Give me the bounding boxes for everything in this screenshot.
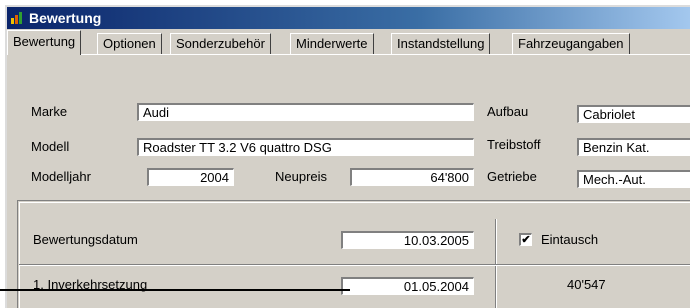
modell-field[interactable]: Roadster TT 3.2 V6 quattro DSG bbox=[137, 138, 474, 156]
eintausch-checkbox[interactable]: ✔ bbox=[519, 233, 532, 246]
aufbau-label: Aufbau bbox=[487, 104, 529, 119]
tab-fahrzeugangaben[interactable]: Fahrzeugangaben bbox=[512, 33, 630, 54]
tab-instandstellung[interactable]: Instandstellung bbox=[391, 33, 491, 54]
tab-divider bbox=[7, 54, 690, 55]
getriebe-label: Getriebe bbox=[487, 169, 537, 184]
treibstoff-label: Treibstoff bbox=[487, 137, 541, 152]
treibstoff-field[interactable]: Benzin Kat. bbox=[577, 138, 690, 156]
getriebe-field[interactable]: Mech.-Aut. bbox=[577, 170, 690, 188]
modelljahr-label: Modelljahr bbox=[31, 169, 91, 184]
app-chart-icon bbox=[11, 12, 22, 24]
marke-field[interactable]: Audi bbox=[137, 103, 474, 121]
eintausch-label: Eintausch bbox=[541, 232, 599, 247]
tab-bewertung[interactable]: Bewertung bbox=[7, 30, 82, 55]
result-value: 40'547 bbox=[567, 277, 606, 292]
bewertungsdatum-field[interactable]: 10.03.2005 bbox=[341, 231, 474, 249]
marke-label: Marke bbox=[31, 104, 68, 119]
tab-bar: Bewertung Optionen Sonderzubehör Minderw… bbox=[7, 29, 690, 55]
tab-optionen[interactable]: Optionen bbox=[97, 33, 162, 54]
modelljahr-field[interactable]: 2004 bbox=[147, 168, 234, 186]
aufbau-field[interactable]: Cabriolet bbox=[577, 105, 690, 123]
inverkehrsetzung-field[interactable]: 01.05.2004 bbox=[341, 277, 474, 295]
bewertungsdatum-label: Bewertungsdatum bbox=[33, 232, 138, 247]
row-divider-highlight bbox=[19, 265, 690, 266]
neupreis-label: Neupreis bbox=[275, 169, 328, 184]
title-bar: Bewertung bbox=[7, 7, 690, 29]
pointer-line bbox=[0, 289, 350, 291]
tab-minderwerte[interactable]: Minderwerte bbox=[290, 33, 374, 54]
modell-label: Modell bbox=[31, 139, 70, 154]
window-title: Bewertung bbox=[29, 10, 102, 26]
valuation-window: Bewertung Bewertung Optionen Sonderzubeh… bbox=[5, 5, 690, 308]
tab-sonderzubehoer[interactable]: Sonderzubehör bbox=[170, 33, 271, 54]
neupreis-field[interactable]: 64'800 bbox=[350, 168, 474, 186]
